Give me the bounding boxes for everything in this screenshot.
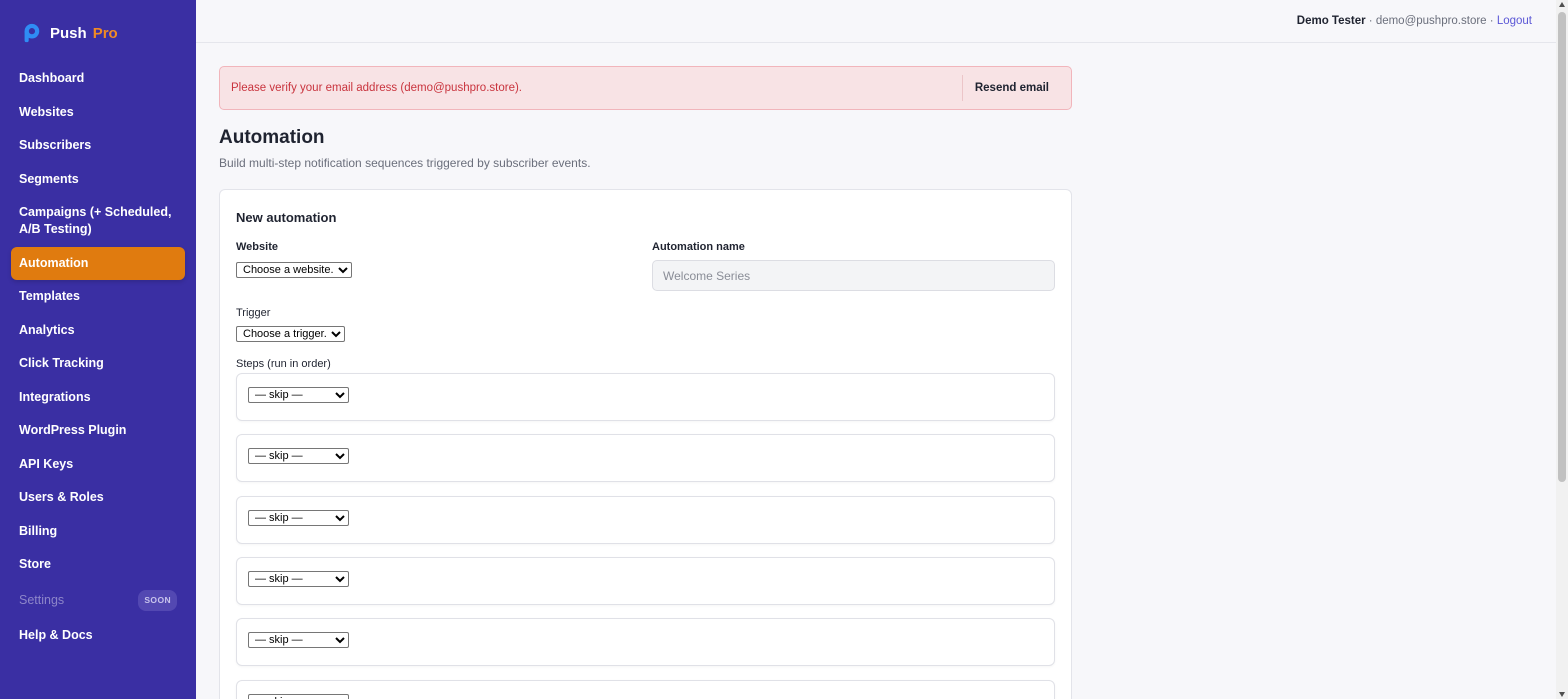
sidebar-item-label: Integrations (19, 389, 91, 404)
user-name: Demo Tester (1296, 15, 1366, 27)
sidebar-item-label: Store (19, 557, 51, 571)
sidebar-item-integrations[interactable]: Integrations (11, 381, 185, 414)
sidebar-item-websites[interactable]: Websites (11, 96, 185, 129)
step-action-select[interactable]: — skip — (248, 632, 349, 648)
sidebar-item-templates[interactable]: Templates (11, 280, 185, 313)
sidebar-item-campaigns[interactable]: Campaigns (+ Scheduled, A/B Testing) (11, 196, 185, 246)
sidebar-item-subscribers[interactable]: Subscribers (11, 129, 185, 162)
website-select[interactable]: Choose a website... (236, 262, 352, 278)
brand[interactable]: Push Pro (20, 22, 118, 44)
step-card: — skip — (236, 496, 1055, 544)
automation-name-input[interactable] (652, 260, 1055, 291)
step-card: — skip — (236, 680, 1055, 699)
sidebar-item-label: Templates (19, 289, 80, 303)
new-automation-card: New automation Website Choose a website.… (219, 189, 1072, 699)
sidebar-item-label: Dashboard (19, 71, 85, 85)
logout-link[interactable]: Logout (1497, 15, 1532, 27)
sidebar-item-label: Users & Roles (19, 490, 104, 504)
sidebar-item-label: Click Tracking (19, 356, 104, 370)
alert-message: Please verify your email address (demo@p… (231, 82, 522, 94)
step-action-select[interactable]: — skip — (248, 387, 349, 403)
sidebar-item-automation[interactable]: Automation (11, 246, 185, 280)
sidebar-item-wordpress-plugin[interactable]: WordPress Plugin (11, 414, 185, 447)
sidebar-item-label: Analytics (19, 322, 75, 337)
page-scrollbar[interactable] (1556, 0, 1568, 699)
sidebar-item-analytics[interactable]: Analytics (11, 314, 185, 347)
step-card: — skip — (236, 434, 1055, 482)
pushpro-logo-icon (24, 23, 40, 43)
user-email: demo@pushpro.store (1375, 15, 1487, 27)
sidebar-item-label: Segments (19, 171, 79, 186)
step-action-select[interactable]: — skip — (248, 448, 349, 464)
page-subtitle: Build multi-step notification sequences … (219, 156, 591, 170)
user-info: Demo Tester · demo@pushpro.store · Logou… (1297, 15, 1532, 27)
sidebar-item-store[interactable]: Store (11, 548, 185, 581)
sidebar: Push Pro Dashboard Websites Subscribers S… (0, 0, 196, 699)
step-action-select[interactable]: — skip — (248, 694, 349, 699)
sidebar-item-label: Settings (19, 592, 65, 607)
sidebar-item-label: API Keys (19, 456, 74, 471)
scroll-up-arrow-icon[interactable] (1559, 2, 1565, 7)
sidebar-item-help-docs[interactable]: Help & Docs (11, 619, 185, 652)
scroll-down-arrow-icon[interactable] (1559, 692, 1565, 697)
brand-name-secondary: Pro (92, 24, 118, 42)
sidebar-item-label: Billing (19, 523, 58, 538)
automation-name-label: Automation name (652, 241, 745, 253)
page-title: Automation (219, 127, 325, 148)
sidebar-item-users-roles[interactable]: Users & Roles (11, 481, 185, 514)
verify-email-alert: Please verify your email address (demo@p… (219, 66, 1072, 110)
sidebar-item-label: Subscribers (19, 138, 92, 152)
sidebar-item-label: WordPress Plugin (19, 423, 127, 437)
sidebar-item-billing[interactable]: Billing (11, 515, 185, 548)
trigger-select[interactable]: Choose a trigger... (236, 326, 345, 342)
sidebar-nav: Dashboard Websites Subscribers Segments … (11, 62, 185, 653)
resend-email-button[interactable]: Resend email (961, 75, 1061, 101)
trigger-label: Trigger (236, 307, 271, 319)
sidebar-item-label: Automation (19, 255, 89, 270)
steps-label: Steps (run in order) (236, 358, 331, 370)
step-action-select[interactable]: — skip — (248, 571, 349, 587)
step-action-select[interactable]: — skip — (248, 510, 349, 526)
sidebar-item-settings: Settings SOON (11, 582, 185, 619)
scroll-thumb[interactable] (1558, 12, 1566, 482)
soon-badge: SOON (138, 589, 177, 611)
sidebar-item-label: Help & Docs (19, 628, 93, 642)
separator: · (1365, 15, 1376, 27)
step-card: — skip — (236, 373, 1055, 421)
sidebar-item-segments[interactable]: Segments (11, 163, 185, 196)
separator: · (1486, 15, 1497, 27)
sidebar-item-label: Campaigns (+ Scheduled, A/B Testing) (19, 205, 172, 236)
sidebar-item-click-tracking[interactable]: Click Tracking (11, 347, 185, 380)
step-card: — skip — (236, 557, 1055, 605)
brand-name-primary: Push (50, 24, 87, 42)
sidebar-item-label: Websites (19, 104, 74, 119)
card-title: New automation (236, 210, 337, 225)
topbar: Demo Tester · demo@pushpro.store · Logou… (196, 0, 1556, 43)
sidebar-item-api-keys[interactable]: API Keys (11, 448, 185, 481)
website-label: Website (236, 241, 278, 253)
sidebar-item-dashboard[interactable]: Dashboard (11, 62, 185, 95)
step-card: — skip — (236, 618, 1055, 666)
